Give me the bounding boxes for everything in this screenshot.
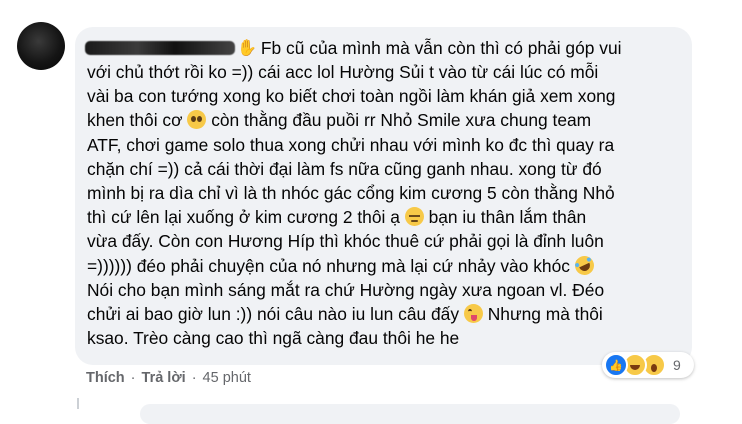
comment-text: bạn iu thân lắm thân (423, 207, 587, 228)
reaction-count: 9 (673, 357, 681, 373)
comment-text: chửi ai bao giờ lun :)) nói câu nào iu l… (87, 303, 464, 324)
waving-hand-icon: ✋ (237, 40, 257, 57)
comment-line: khen thôi cơ còn thằng đầu puồi rr Nhỏ S… (87, 108, 692, 132)
comment-line: vừa đấy. Còn con Hương Híp thì khóc thuê… (87, 229, 692, 253)
comment-bubble: ✋ Fb cũ của mình mà vẫn còn thì có phải … (75, 27, 692, 365)
comment-line: =)))))) đéo phải chuyện của nó nhưng mà … (87, 252, 692, 278)
next-comment-bubble (140, 404, 680, 424)
reply-thread-line (77, 398, 79, 409)
tongue-emoji (463, 303, 483, 323)
comment-text: =)))))) đéo phải chuyện của nó nhưng mà … (87, 255, 575, 276)
comment-first-line: Fb cũ của mình mà vẫn còn thì có phải gó… (260, 37, 622, 58)
comment-text: vài ba con tướng xong ko biết chơi toàn … (87, 86, 616, 107)
comment-text: vừa đấy. Còn con Hương Híp thì khóc thuê… (87, 231, 604, 252)
comment-text: chặn chí =)) cả cái thời đại làm fs nữa … (87, 158, 602, 179)
comment-line: chửi ai bao giờ lun :)) nói câu nào iu l… (87, 302, 692, 326)
comment-text: ksao. Trèo càng cao thì ngã càng đau thô… (87, 328, 460, 349)
comment-line: chặn chí =)) cả cái thời đại làm fs nữa … (87, 157, 692, 181)
comment-text: còn thằng đầu puồi rr Nhỏ Smile xưa chun… (206, 110, 592, 131)
reaction-summary[interactable]: 👍 9 (602, 352, 694, 378)
comment-body: với chủ thớt rồi ko =)) cái acc lol Hườn… (87, 60, 692, 350)
separator-dot: · (130, 370, 136, 386)
comment-text: với chủ thớt rồi ko =)) cái acc lol Hườn… (87, 62, 599, 82)
pensive-face-emoji (404, 207, 424, 227)
comment-timestamp[interactable]: 45 phút (203, 370, 251, 386)
author-name-redacted[interactable] (85, 41, 235, 55)
comment-text: Nhưng mà thôi (482, 303, 603, 324)
comment-text: Nói cho bạn mình sáng mắt ra chứ Hường n… (87, 279, 605, 300)
comment-line: ATF, chơi game solo thua xong chửi nhau … (87, 133, 692, 157)
rofl-emoji (571, 252, 597, 278)
separator-dot: · (191, 370, 197, 386)
like-button[interactable]: Thích (86, 370, 125, 386)
comment-line: thì cứ lên lại xuống ở kim cương 2 thôi … (87, 205, 692, 229)
comment-header: ✋ Fb cũ của mình mà vẫn còn thì có phải … (85, 36, 692, 60)
comment-text: khen thôi cơ (87, 110, 188, 131)
comment-line: mình bị ra dìa chỉ vì là th nhóc gác cổn… (87, 181, 692, 205)
reply-button[interactable]: Trả lời (142, 370, 186, 386)
comment-line: với chủ thớt rồi ko =)) cái acc lol Hườn… (87, 60, 692, 84)
comment-line: vài ba con tướng xong ko biết chơi toàn … (87, 84, 692, 108)
pleading-face-emoji (187, 110, 207, 130)
comment-actions: Thích · Trả lời · 45 phút (86, 370, 251, 386)
comment-text: mình bị ra dìa chỉ vì là th nhóc gác cổn… (87, 182, 615, 203)
comment-line: ksao. Trèo càng cao thì ngã càng đau thô… (87, 326, 692, 350)
like-icon: 👍 (604, 353, 628, 377)
comment-text: thì cứ lên lại xuống ở kim cương 2 thôi … (87, 207, 405, 228)
avatar[interactable] (17, 22, 65, 70)
comment-line: Nói cho bạn mình sáng mắt ra chứ Hường n… (87, 278, 692, 302)
comment-text: ATF, chơi game solo thua xong chửi nhau … (87, 134, 615, 155)
